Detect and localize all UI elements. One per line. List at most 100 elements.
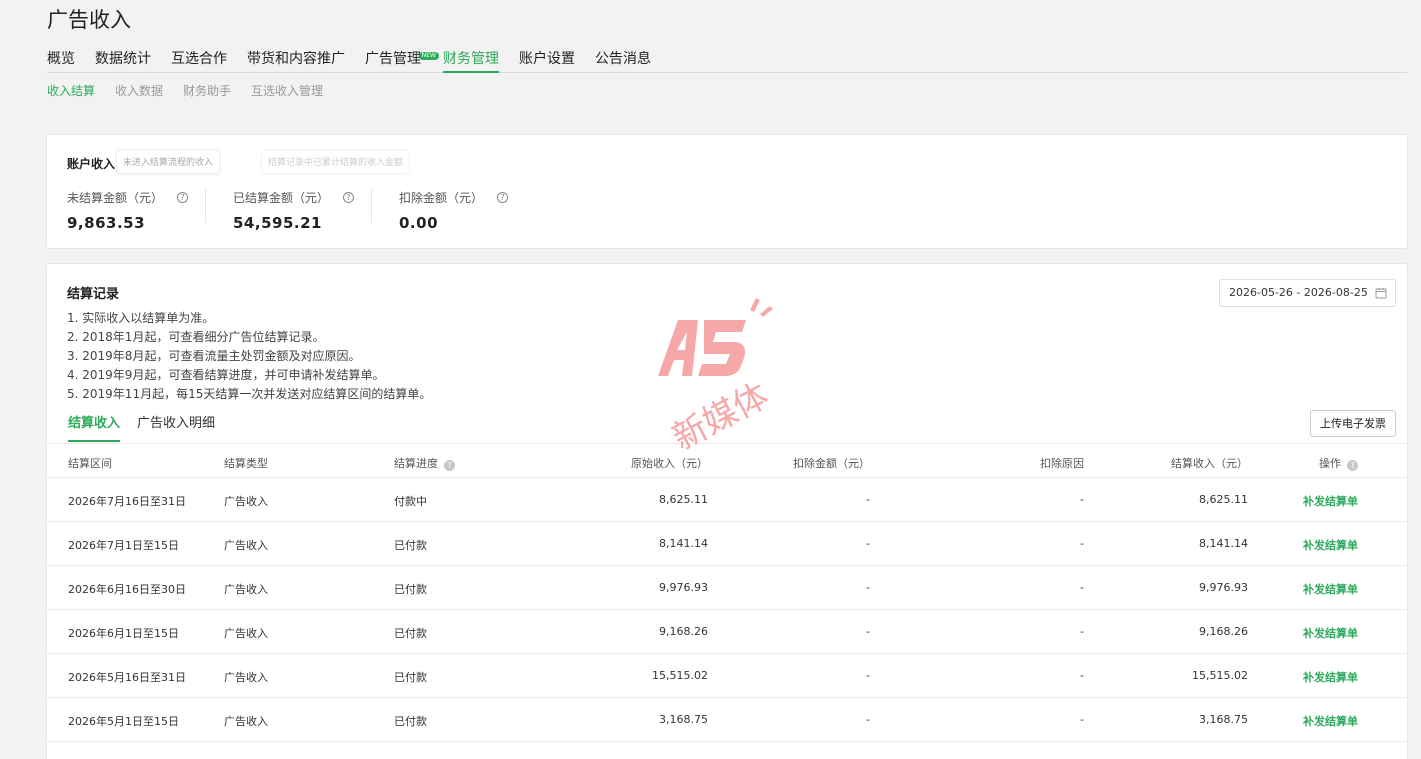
- cell-deduction: -: [866, 537, 870, 550]
- tab-overview[interactable]: 概览: [47, 48, 75, 73]
- metric-divider: [205, 189, 206, 223]
- help-icon[interactable]: ?: [497, 192, 509, 203]
- reissue-statement-link[interactable]: 补发结算单: [1303, 625, 1358, 641]
- upload-invoice-button[interactable]: 上传电子发票: [1310, 410, 1396, 437]
- cell-reason: -: [1080, 537, 1084, 550]
- tab-settlement-income[interactable]: 结算收入: [68, 412, 121, 442]
- cell-progress: 已付款: [394, 539, 427, 552]
- metric-value: 54,595.21: [233, 214, 322, 232]
- table-header: 结算区间 结算类型 结算进度? 原始收入（元） 扣除金额（元） 扣除原因 结算收…: [47, 443, 1407, 478]
- cell-deduction: -: [866, 581, 870, 594]
- tooltip-unsettled: 未进入结算流程的收入: [116, 149, 221, 174]
- cell-settled: 8,141.14: [1199, 537, 1248, 550]
- help-icon[interactable]: ?: [1347, 460, 1358, 471]
- date-range-picker[interactable]: 2026-05-26 - 2026-08-25: [1219, 279, 1396, 307]
- cell-type: 广告收入: [224, 539, 268, 552]
- tab-ad-management[interactable]: 广告管理 NEW: [365, 48, 439, 73]
- subtab-mutual-income[interactable]: 互选收入管理: [251, 82, 323, 99]
- cell-reason: -: [1080, 669, 1084, 682]
- reissue-statement-link[interactable]: 补发结算单: [1303, 713, 1358, 729]
- records-title: 结算记录: [67, 287, 120, 302]
- table-row: 2026年5月16日至31日 广告收入 已付款 15,515.02 - - 15,515.0…: [47, 654, 1407, 698]
- cell-period: 2026年7月1日至15日: [68, 539, 179, 552]
- col-settled: 结算收入（元）: [1171, 457, 1248, 470]
- reissue-statement-link[interactable]: 补发结算单: [1303, 493, 1358, 509]
- help-icon[interactable]: ?: [444, 460, 455, 471]
- subtab-finance-assistant[interactable]: 财务助手: [183, 82, 231, 99]
- tab-data-stats[interactable]: 数据统计: [95, 48, 151, 73]
- col-action: 操作?: [1319, 455, 1358, 471]
- tab-mutual-selection[interactable]: 互选合作: [171, 48, 227, 73]
- cell-type: 广告收入: [224, 583, 268, 596]
- sub-nav: 收入结算 收入数据 财务助手 互选收入管理: [47, 82, 343, 99]
- reissue-statement-link[interactable]: 补发结算单: [1303, 669, 1358, 685]
- cell-progress: 已付款: [394, 671, 427, 684]
- subtab-income-data[interactable]: 收入数据: [115, 82, 163, 99]
- col-progress: 结算进度?: [394, 455, 455, 471]
- cell-settled: 9,976.93: [1199, 581, 1248, 594]
- col-original: 原始收入（元）: [631, 457, 708, 470]
- tab-label: 互选合作: [171, 51, 227, 67]
- tab-finance[interactable]: 财务管理: [443, 48, 499, 73]
- reissue-statement-link[interactable]: 补发结算单: [1303, 537, 1358, 553]
- cell-deduction: -: [866, 625, 870, 638]
- tab-announcements[interactable]: 公告消息: [595, 48, 651, 73]
- cell-progress: 付款中: [394, 495, 427, 508]
- cell-deduction: -: [866, 493, 870, 506]
- metric-settled: 已结算金额（元）? 54,595.21: [233, 189, 355, 232]
- records-notes: 1. 实际收入以结算单为准。 2. 2018年1月起，可查看细分广告位结算记录。…: [67, 309, 431, 404]
- account-income-title: 账户收入: [67, 157, 116, 171]
- cell-progress: 已付款: [394, 583, 427, 596]
- cell-type: 广告收入: [224, 495, 268, 508]
- col-deduction: 扣除金额（元）: [793, 457, 870, 470]
- tab-ad-income-detail[interactable]: 广告收入明细: [137, 412, 215, 442]
- cell-original: 3,168.75: [659, 713, 708, 726]
- cell-period: 2026年5月1日至15日: [68, 715, 179, 728]
- calendar-icon: [1375, 288, 1387, 299]
- table-row: 2026年7月16日至31日 广告收入 付款中 8,625.11 - - 8,625.11 补…: [47, 478, 1407, 522]
- settlement-records-card: 结算记录 1. 实际收入以结算单为准。 2. 2018年1月起，可查看细分广告位…: [46, 263, 1408, 759]
- metric-value: 9,863.53: [67, 214, 146, 232]
- note-line: 3. 2019年8月起，可查看流量主处罚金额及对应原因。: [67, 349, 361, 363]
- col-type: 结算类型: [224, 457, 268, 470]
- cell-period: 2026年6月16日至30日: [68, 583, 186, 596]
- tab-label: 广告管理: [365, 51, 421, 67]
- reissue-statement-link[interactable]: 补发结算单: [1303, 581, 1358, 597]
- cell-progress: 已付款: [394, 627, 427, 640]
- note-line: 4. 2019年9月起，可查看结算进度，并可申请补发结算单。: [67, 368, 385, 382]
- metric-value: 0.00: [399, 214, 439, 232]
- tab-account-settings[interactable]: 账户设置: [519, 48, 575, 73]
- metric-label: 扣除金额（元）: [399, 191, 484, 205]
- cell-settled: 8,625.11: [1199, 493, 1248, 506]
- tooltip-settled: 结算记录中已累计结算的收入金额: [261, 149, 411, 174]
- cell-period: 2026年6月1日至15日: [68, 627, 179, 640]
- cell-reason: -: [1080, 625, 1084, 638]
- metric-unsettled: 未结算金额（元）? 9,863.53: [67, 189, 189, 232]
- table-row: 2026年7月1日至15日 广告收入 已付款 8,141.14 - - 8,141.14 补发…: [47, 522, 1407, 566]
- col-period: 结算区间: [68, 457, 112, 470]
- metric-divider: [371, 189, 372, 223]
- help-icon[interactable]: ?: [177, 192, 189, 203]
- note-line: 5. 2019年11月起，每15天结算一次并发送对应结算区间的结算单。: [67, 387, 432, 401]
- tab-label: 账户设置: [519, 51, 575, 67]
- tab-label: 公告消息: [595, 51, 651, 67]
- table-body: 2026年7月16日至31日 广告收入 付款中 8,625.11- -8,625.11 补…: [47, 478, 1407, 742]
- cell-deduction: -: [866, 669, 870, 682]
- cell-progress: 已付款: [394, 715, 427, 728]
- col-action-label: 操作: [1319, 457, 1341, 470]
- note-line: 2. 2018年1月起，可查看细分广告位结算记录。: [67, 330, 325, 344]
- subtab-income-settlement[interactable]: 收入结算: [47, 82, 95, 99]
- col-progress-label: 结算进度: [394, 457, 438, 470]
- cell-reason: -: [1080, 493, 1084, 506]
- metric-label: 未结算金额（元）: [67, 191, 164, 205]
- cell-original: 8,141.14: [659, 537, 708, 550]
- date-range-text: 2026-05-26 - 2026-08-25: [1229, 286, 1368, 299]
- help-icon[interactable]: ?: [343, 192, 355, 203]
- tab-label: 带货和内容推广: [247, 51, 345, 67]
- tab-label: 数据统计: [95, 51, 151, 67]
- cell-deduction: -: [866, 713, 870, 726]
- tab-promotion[interactable]: 带货和内容推广: [247, 48, 345, 73]
- cell-original: 9,168.26: [659, 625, 708, 638]
- note-line: 1. 实际收入以结算单为准。: [67, 311, 215, 325]
- table-row: 2026年6月1日至15日 广告收入 已付款 9,168.26 - - 9,168.26 补发…: [47, 610, 1407, 654]
